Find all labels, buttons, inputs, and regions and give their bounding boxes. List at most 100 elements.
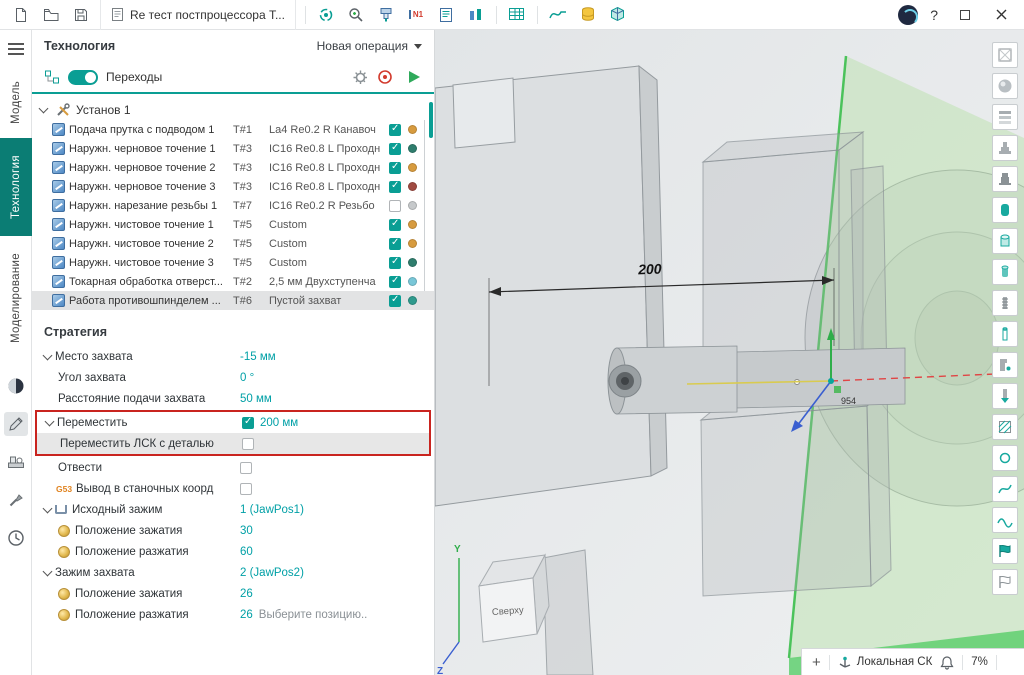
bell-icon[interactable] (940, 655, 954, 670)
operation-row[interactable]: Наружн. чистовое точение 3 T#5 Custom (32, 253, 434, 272)
menu-button[interactable] (8, 40, 24, 58)
operation-row[interactable]: Наружн. черновое точение 2 T#3 IC16 Re0.… (32, 158, 434, 177)
operation-row[interactable]: Токарная обработка отверст... T#2 2,5 мм… (32, 272, 434, 291)
maximize-button[interactable] (953, 3, 977, 27)
document-tab[interactable]: Re тест постпроцессора Т... (100, 0, 296, 30)
stock-stack-button[interactable] (992, 104, 1018, 130)
collet-button[interactable] (992, 197, 1018, 223)
operation-row[interactable]: Наружн. черновое точение 3 T#3 IC16 Re0.… (32, 177, 434, 196)
postprocessor-button[interactable] (314, 3, 338, 27)
help-button[interactable]: ? (924, 7, 944, 23)
new-operation-dropdown[interactable]: Новая операция (317, 39, 422, 53)
sketch-button[interactable] (4, 412, 28, 436)
close-button[interactable] (989, 3, 1013, 27)
chevron-down-icon[interactable] (43, 350, 53, 360)
param-move[interactable]: Переместить 200 мм (37, 412, 429, 433)
holder-button[interactable] (992, 352, 1018, 378)
operation-checkbox[interactable] (389, 124, 401, 136)
operation-row[interactable]: Наружн. чистовое точение 2 T#5 Custom (32, 234, 434, 253)
machine-setup-button[interactable] (4, 450, 28, 474)
zoom-tool-button[interactable] (344, 3, 368, 27)
bushing-button[interactable] (992, 259, 1018, 285)
param-initial-clamp[interactable]: Исходный зажим 1 (JawPos1) (32, 499, 434, 520)
param-value[interactable]: 60 (240, 546, 253, 558)
param-retract[interactable]: Отвести (32, 457, 434, 478)
param-value[interactable]: -15 мм (240, 351, 276, 363)
play-icon[interactable] (407, 69, 422, 85)
param-value[interactable]: 26 (240, 609, 253, 621)
tab-technology[interactable]: Технология (0, 138, 32, 236)
save-button[interactable] (69, 3, 93, 27)
record-icon[interactable] (377, 69, 393, 85)
open-file-button[interactable] (39, 3, 63, 27)
operation-checkbox[interactable] (389, 295, 401, 307)
param-value[interactable]: 30 (240, 525, 253, 537)
operation-checkbox[interactable] (389, 143, 401, 155)
operation-checkbox[interactable] (389, 276, 401, 288)
param-unclamp-position-2[interactable]: Положение разжатия 26 Выберите позицию.. (32, 604, 434, 625)
operation-row-selected[interactable]: Работа противошпинделем ... T#6 Пустой з… (32, 291, 434, 310)
tree-root-setup[interactable]: Установ 1 (32, 100, 434, 120)
param-machine-coords[interactable]: G53 Вывод в станочных коорд (32, 478, 434, 499)
flag-filled-button[interactable] (992, 538, 1018, 564)
param-checkbox[interactable] (242, 438, 254, 450)
param-checkbox[interactable] (242, 417, 254, 429)
chuck-a-button[interactable] (992, 135, 1018, 161)
operation-row[interactable]: Наружн. нарезание резьбы 1 T#7 IC16 Re0.… (32, 196, 434, 215)
shaded-view-button[interactable] (992, 73, 1018, 99)
operation-checkbox[interactable] (389, 181, 401, 193)
database-button[interactable] (576, 3, 600, 27)
operation-checkbox[interactable] (389, 200, 401, 212)
code-document-button[interactable] (434, 3, 458, 27)
param-checkbox[interactable] (240, 483, 252, 495)
param-grip-clamp[interactable]: Зажим захвата 2 (JawPos2) (32, 562, 434, 583)
history-button[interactable] (4, 526, 28, 550)
machine-head-button[interactable] (374, 3, 398, 27)
compare-button[interactable] (464, 3, 488, 27)
zoom-level[interactable]: 7% (971, 656, 988, 668)
spline-button[interactable] (992, 476, 1018, 502)
tube-button[interactable] (992, 321, 1018, 347)
operation-row[interactable]: Наружн. чистовое точение 1 T#5 Custom (32, 215, 434, 234)
wave-surface-button[interactable] (992, 507, 1018, 533)
operation-checkbox[interactable] (389, 238, 401, 250)
param-value[interactable]: 0 ° (240, 372, 254, 384)
add-view-button[interactable]: + (812, 654, 821, 671)
param-value[interactable]: 2 (JawPos2) (240, 567, 304, 579)
chuck-b-button[interactable] (992, 166, 1018, 192)
chevron-down-icon[interactable] (43, 566, 53, 576)
turning-tool-button[interactable] (992, 383, 1018, 409)
orientation-cube[interactable]: Сверху (479, 555, 549, 642)
param-checkbox[interactable] (240, 462, 252, 474)
param-grip-place[interactable]: Место захвата -15 мм (32, 346, 434, 367)
operation-checkbox[interactable] (389, 162, 401, 174)
gear-icon[interactable] (352, 69, 369, 86)
section-plane-button[interactable] (992, 414, 1018, 440)
flag-outline-button[interactable] (992, 569, 1018, 595)
param-grip-feed-distance[interactable]: Расстояние подачи захвата 50 мм (32, 388, 434, 409)
table-button[interactable] (505, 3, 529, 27)
scene-canvas[interactable]: 200 954 Y Z (435, 30, 1024, 675)
chevron-down-icon[interactable] (45, 416, 55, 426)
param-grip-angle[interactable]: Угол захвата 0 ° (32, 367, 434, 388)
param-value[interactable]: 200 мм (260, 417, 298, 429)
param-clamp-position[interactable]: Положение зажатия 30 (32, 520, 434, 541)
cylinder-stock-button[interactable] (992, 228, 1018, 254)
chevron-down-icon[interactable] (39, 104, 49, 114)
operation-checkbox[interactable] (389, 219, 401, 231)
new-file-button[interactable] (9, 3, 33, 27)
param-value[interactable]: 26 (240, 588, 253, 600)
viewport-3d[interactable]: 200 954 Y Z (435, 30, 1024, 675)
param-move-lcs[interactable]: Переместить ЛСК с деталью (37, 433, 429, 454)
view-cube-button[interactable] (992, 42, 1018, 68)
param-value[interactable]: 1 (JawPos1) (240, 504, 304, 516)
param-clamp-position-2[interactable]: Положение зажатия 26 (32, 583, 434, 604)
tab-modeling[interactable]: Моделирование (0, 236, 32, 360)
point-button[interactable] (992, 445, 1018, 471)
operation-row[interactable]: Наружн. черновое точение 1 T#3 IC16 Re0.… (32, 139, 434, 158)
gcode-editor-button[interactable]: N1 (404, 3, 428, 27)
csys-selector[interactable]: Локальная СК (838, 655, 933, 669)
chevron-down-icon[interactable] (43, 503, 53, 513)
signal-button[interactable] (546, 3, 570, 27)
param-value[interactable]: 50 мм (240, 393, 272, 405)
